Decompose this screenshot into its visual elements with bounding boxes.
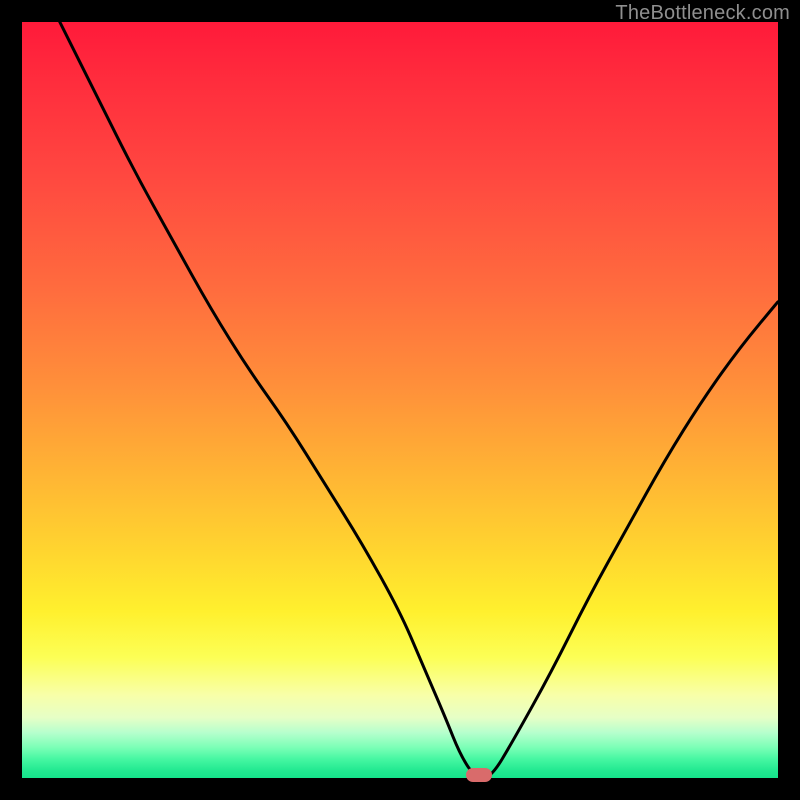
chart-frame: TheBottleneck.com (0, 0, 800, 800)
trough-marker (466, 768, 492, 782)
plot-area (22, 22, 778, 778)
bottleneck-curve (22, 22, 778, 778)
attribution-text: TheBottleneck.com (615, 2, 790, 25)
